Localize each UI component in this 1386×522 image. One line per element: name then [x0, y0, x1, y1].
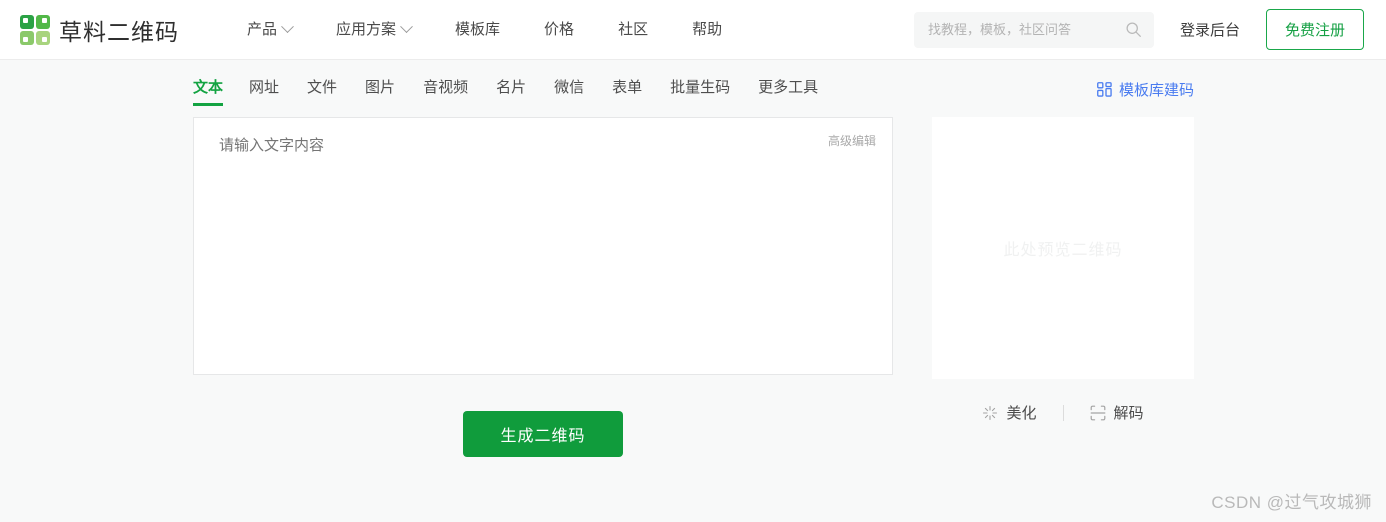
beautify-action[interactable]: 美化 — [956, 402, 1062, 423]
search-input[interactable] — [927, 22, 1125, 37]
main-content: 文本 网址 文件 图片 音视频 名片 微信 表单 批量生码 更多工具 高级编辑 … — [0, 60, 1386, 522]
editor-column: 文本 网址 文件 图片 音视频 名片 微信 表单 批量生码 更多工具 高级编辑 … — [193, 60, 893, 457]
nav-item-solutions[interactable]: 应用方案 — [314, 1, 433, 59]
content-type-tabs: 文本 网址 文件 图片 音视频 名片 微信 表单 批量生码 更多工具 — [193, 60, 893, 106]
nav-item-community[interactable]: 社区 — [596, 1, 670, 59]
workspace: 文本 网址 文件 图片 音视频 名片 微信 表单 批量生码 更多工具 高级编辑 … — [0, 60, 1386, 457]
tab-file[interactable]: 文件 — [293, 76, 351, 106]
logo-cell-top-left — [20, 14, 34, 29]
tab-text[interactable]: 文本 — [193, 76, 235, 106]
sparkle-icon — [983, 405, 998, 420]
brand-name: 草料二维码 — [59, 18, 179, 45]
nav-label: 模板库 — [455, 20, 501, 38]
decode-action[interactable]: 解码 — [1064, 402, 1170, 423]
nav-item-help[interactable]: 帮助 — [670, 1, 744, 59]
register-button[interactable]: 免费注册 — [1265, 9, 1364, 50]
generate-button-row: 生成二维码 — [193, 411, 893, 457]
nav-label: 价格 — [544, 20, 575, 38]
nav-label: 帮助 — [692, 20, 723, 38]
template-library-link[interactable]: 模板库建码 — [1097, 79, 1194, 100]
generate-qrcode-button[interactable]: 生成二维码 — [463, 411, 623, 457]
search-box[interactable] — [913, 11, 1154, 48]
tab-form[interactable]: 表单 — [598, 76, 656, 106]
tab-batch-generate[interactable]: 批量生码 — [656, 76, 744, 106]
preview-action-bar: 美化 解码 — [932, 402, 1194, 423]
scan-frame-icon — [1090, 405, 1105, 420]
nav-label: 社区 — [618, 20, 649, 38]
login-link[interactable]: 登录后台 — [1180, 19, 1240, 40]
beautify-label: 美化 — [1006, 405, 1037, 422]
site-header: 草料二维码 产品 应用方案 模板库 价格 社区 帮助 找教程，模板，社区问答 登… — [0, 0, 1386, 60]
nav-item-pricing[interactable]: 价格 — [522, 1, 596, 59]
qrcode-preview-box: 此处预览二维码 — [932, 117, 1194, 379]
tab-image[interactable]: 图片 — [351, 76, 409, 106]
text-content-input[interactable] — [194, 118, 892, 374]
logo-cell-bottom-right — [36, 30, 50, 45]
advanced-edit-link[interactable]: 高级编辑 — [828, 132, 876, 149]
chevron-down-icon — [400, 20, 413, 34]
tab-audio-video[interactable]: 音视频 — [409, 76, 482, 106]
chevron-down-icon — [281, 20, 294, 34]
tab-more-tools[interactable]: 更多工具 — [744, 76, 832, 106]
preview-column: 模板库建码 此处预览二维码 美化 解码 — [932, 60, 1194, 457]
tab-business-card[interactable]: 名片 — [482, 76, 540, 106]
logo-cell-bottom-left — [20, 30, 34, 45]
template-link-row: 模板库建码 — [932, 60, 1194, 106]
csdn-watermark: CSDN @过气攻城狮 — [1211, 493, 1372, 512]
nav-label: 产品 — [247, 20, 278, 38]
qrcode-logo-icon — [20, 14, 50, 45]
header-actions: 登录后台 免费注册 — [913, 9, 1364, 50]
search-icon[interactable] — [1125, 21, 1142, 38]
qrcode-preview-placeholder: 此处预览二维码 — [1003, 242, 1123, 259]
main-nav: 产品 应用方案 模板库 价格 社区 帮助 — [225, 1, 744, 59]
qrcode-grid-icon — [1097, 82, 1112, 97]
decode-label: 解码 — [1113, 405, 1144, 422]
tab-wechat[interactable]: 微信 — [540, 76, 598, 106]
brand-logo-link[interactable]: 草料二维码 — [20, 13, 179, 47]
nav-item-template-library[interactable]: 模板库 — [433, 1, 522, 59]
logo-cell-top-right — [36, 14, 50, 29]
template-library-label: 模板库建码 — [1118, 82, 1194, 99]
tab-url[interactable]: 网址 — [235, 76, 293, 106]
nav-label: 应用方案 — [336, 20, 397, 38]
text-editor-box[interactable]: 高级编辑 — [193, 117, 893, 375]
nav-item-products[interactable]: 产品 — [225, 1, 314, 59]
